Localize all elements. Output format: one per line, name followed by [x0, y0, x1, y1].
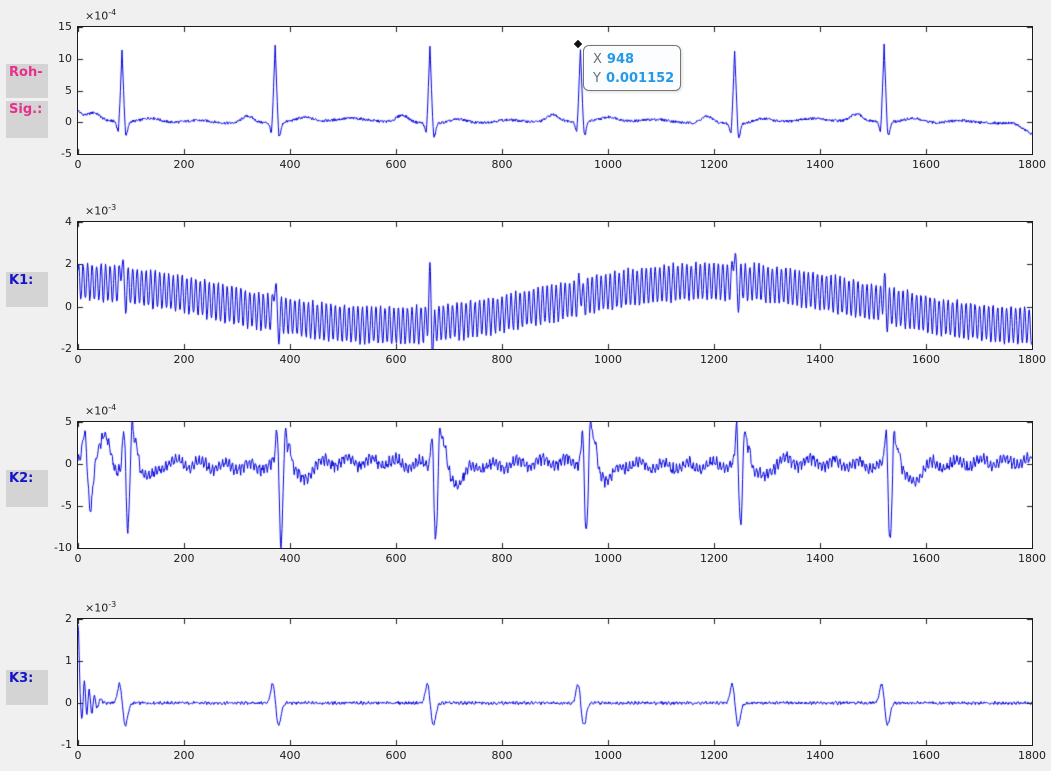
y-tick-label: -10 [22, 541, 72, 554]
x-tick-label: 1400 [796, 749, 844, 762]
plot-k1[interactable] [77, 221, 1033, 350]
plot-k3[interactable] [77, 618, 1033, 746]
y-tick-label: 2 [22, 257, 72, 270]
x-tick-label: 600 [372, 749, 420, 762]
waveform-canvas-k2[interactable] [78, 422, 1032, 548]
x-tick-label: 800 [478, 353, 526, 366]
datatip-tooltip[interactable]: X948 Y0.001152 [583, 45, 681, 91]
y-tick-label: -1 [22, 738, 72, 751]
x-tick-label: 1400 [796, 552, 844, 565]
x-tick-label: 1200 [690, 158, 738, 171]
x-tick-label: 1200 [690, 749, 738, 762]
x-tick-label: 200 [160, 158, 208, 171]
x-tick-label: 1600 [902, 552, 950, 565]
x-tick-label: 400 [266, 749, 314, 762]
x-tick-label: 400 [266, 158, 314, 171]
y-axis-exponent-k3: ×10-3 [85, 600, 116, 615]
x-tick-label: 1800 [1008, 552, 1051, 565]
y-tick-label: 15 [22, 20, 72, 33]
matlab-figure-window: Roh- Sig.: K1: K2: K3: ×10-4 ×10-3 ×10-4… [0, 0, 1051, 771]
x-tick-label: 600 [372, 158, 420, 171]
y-tick-label: 4 [22, 215, 72, 228]
y-axis-exponent-k1: ×10-3 [85, 203, 116, 218]
x-tick-label: 600 [372, 353, 420, 366]
plot-k2[interactable] [77, 421, 1033, 549]
y-axis-exponent-k2: ×10-4 [85, 403, 116, 418]
x-tick-label: 600 [372, 552, 420, 565]
x-tick-label: 1000 [584, 353, 632, 366]
x-tick-label: 800 [478, 552, 526, 565]
y-tick-label: 0 [22, 696, 72, 709]
x-tick-label: 1000 [584, 749, 632, 762]
x-tick-label: 400 [266, 353, 314, 366]
y-tick-label: -5 [22, 147, 72, 160]
y-tick-label: -5 [22, 499, 72, 512]
waveform-canvas-k3[interactable] [78, 619, 1032, 745]
y-tick-label: 0 [22, 300, 72, 313]
x-tick-label: 800 [478, 158, 526, 171]
y-tick-label: 5 [22, 415, 72, 428]
x-tick-label: 1800 [1008, 353, 1051, 366]
y-tick-label: 1 [22, 654, 72, 667]
x-tick-label: 1600 [902, 353, 950, 366]
x-tick-label: 1400 [796, 353, 844, 366]
y-axis-exponent-roh: ×10-4 [85, 8, 116, 23]
datatip-x-row: X948 [593, 50, 680, 69]
x-tick-label: 1200 [690, 353, 738, 366]
x-tick-label: 1400 [796, 158, 844, 171]
y-tick-label: 2 [22, 612, 72, 625]
y-tick-label: -2 [22, 342, 72, 355]
y-tick-label: 0 [22, 457, 72, 470]
waveform-canvas-k1[interactable] [78, 222, 1032, 349]
datatip-y-row: Y0.001152 [593, 69, 680, 88]
plot-roh-sig[interactable] [77, 26, 1033, 155]
x-tick-label: 1000 [584, 158, 632, 171]
x-tick-label: 400 [266, 552, 314, 565]
x-tick-label: 200 [160, 749, 208, 762]
x-tick-label: 200 [160, 353, 208, 366]
x-tick-label: 1800 [1008, 749, 1051, 762]
x-tick-label: 200 [160, 552, 208, 565]
waveform-canvas-roh-sig[interactable] [78, 27, 1032, 154]
y-tick-label: 0 [22, 115, 72, 128]
y-tick-label: 5 [22, 84, 72, 97]
x-tick-label: 1000 [584, 552, 632, 565]
x-tick-label: 1800 [1008, 158, 1051, 171]
x-tick-label: 800 [478, 749, 526, 762]
y-tick-label: 10 [22, 52, 72, 65]
x-tick-label: 1600 [902, 749, 950, 762]
x-tick-label: 1200 [690, 552, 738, 565]
x-tick-label: 1600 [902, 158, 950, 171]
